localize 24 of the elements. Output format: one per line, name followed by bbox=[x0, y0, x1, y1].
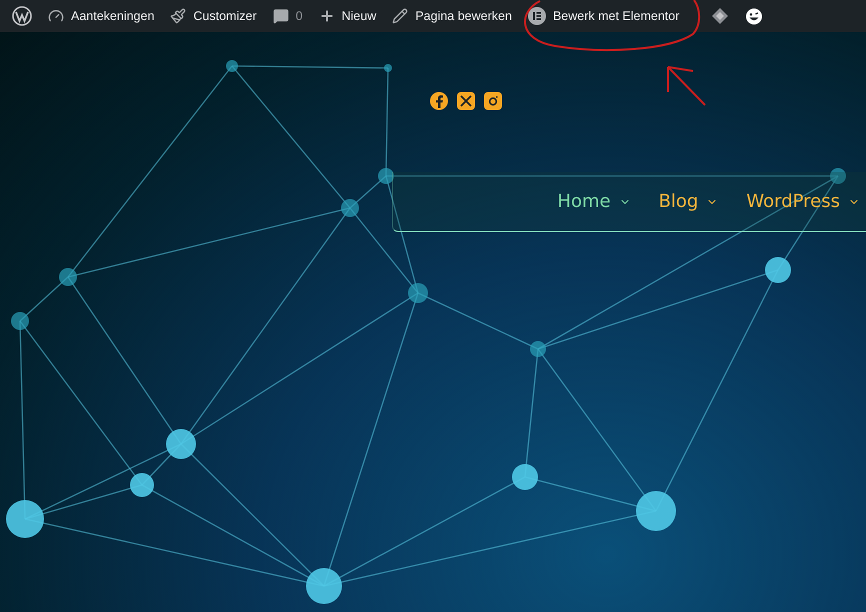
admin-bar-link[interactable]: Bewerk met Elementor bbox=[520, 0, 688, 32]
menu-item[interactable]: Blog bbox=[658, 191, 718, 212]
paintbrush-icon bbox=[170, 8, 186, 24]
pencil-icon bbox=[392, 8, 408, 24]
gauge-icon bbox=[48, 8, 64, 24]
admin-bar-link[interactable]: Aantekeningen bbox=[40, 0, 162, 32]
instagram-link[interactable] bbox=[484, 92, 502, 110]
elementor-icon bbox=[528, 7, 546, 25]
wordpress-logo-icon bbox=[12, 6, 32, 26]
plus-icon bbox=[318, 8, 335, 24]
facebook-icon bbox=[434, 94, 444, 108]
comment-icon bbox=[272, 8, 289, 24]
diamond-icon bbox=[711, 7, 730, 25]
menu-item[interactable]: Home bbox=[557, 191, 631, 212]
smiley-face-icon bbox=[745, 7, 764, 25]
x-logo-icon bbox=[460, 95, 472, 107]
x-link[interactable] bbox=[457, 92, 475, 110]
admin-bar-link[interactable]: Nieuw bbox=[310, 0, 384, 32]
instagram-icon bbox=[487, 95, 499, 107]
facebook-link[interactable] bbox=[430, 92, 448, 110]
admin-bar-link[interactable]: Pagina bewerken bbox=[384, 0, 520, 32]
admin-bar-link[interactable]: 0 bbox=[264, 0, 311, 32]
admin-bar-link[interactable]: Customizer bbox=[162, 0, 265, 32]
menu-item[interactable]: WordPress bbox=[746, 191, 860, 212]
